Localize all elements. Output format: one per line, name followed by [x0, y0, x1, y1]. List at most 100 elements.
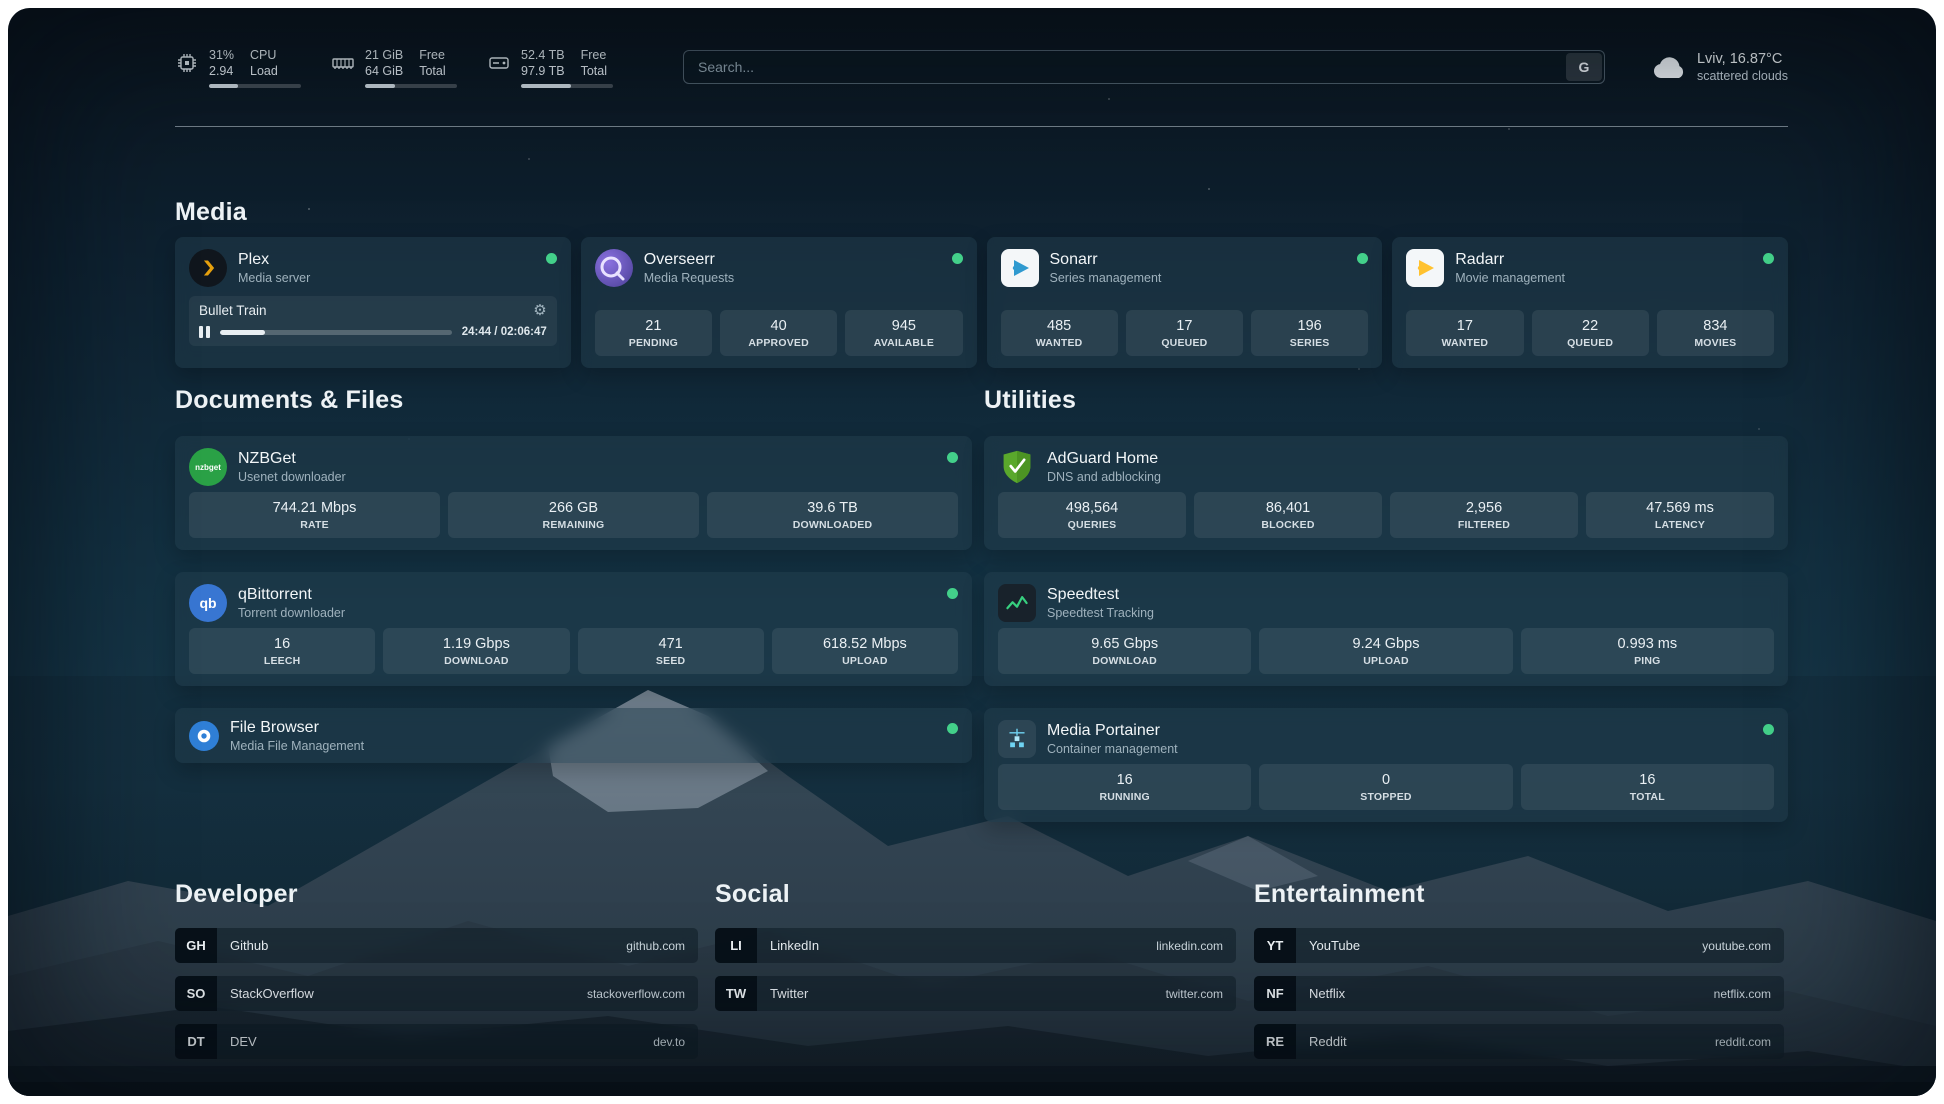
media-cards-row: Plex Media server Bullet Train ⚙ 24:44 /…	[175, 237, 1788, 368]
radarr-name: Radarr	[1455, 251, 1565, 269]
qbittorrent-desc: Torrent downloader	[238, 606, 345, 620]
qbittorrent-icon: qb	[189, 584, 227, 622]
disk-free-label: Free	[581, 47, 607, 63]
radarr-stat-wanted: 17 WANTED	[1406, 310, 1523, 356]
plex-media-title: Bullet Train	[199, 303, 267, 318]
disk-monitor: 52.4 TB 97.9 TB Free Total	[487, 47, 613, 88]
ram-total-value: 64 GiB	[365, 63, 403, 79]
bookmark-github[interactable]: GH Github github.com	[175, 928, 698, 963]
linkedin-icon: LI	[715, 928, 757, 963]
twitter-icon: TW	[715, 976, 757, 1011]
overseerr-icon	[595, 249, 633, 287]
playback-progress-fill	[220, 330, 265, 335]
plex-desc: Media server	[238, 271, 310, 285]
cpu-load-label: Load	[250, 63, 278, 79]
sonarr-icon	[1001, 249, 1039, 287]
overseerr-card[interactable]: Overseerr Media Requests 21 PENDING 40 A…	[581, 237, 977, 368]
adguard-card[interactable]: AdGuard Home DNS and adblocking 498,564 …	[984, 436, 1788, 550]
bookmark-netflix[interactable]: NF Netflix netflix.com	[1254, 976, 1784, 1011]
reddit-icon: RE	[1254, 1024, 1296, 1059]
search-bar: G	[683, 50, 1605, 84]
weather-widget: Lviv, 16.87°C scattered clouds	[1651, 51, 1788, 83]
speedtest-stat-download: 9.65 Gbps DOWNLOAD	[998, 628, 1251, 674]
sonarr-stat-queued: 17 QUEUED	[1126, 310, 1243, 356]
qbittorrent-status-dot	[947, 588, 958, 599]
bookmark-youtube[interactable]: YT YouTube youtube.com	[1254, 928, 1784, 963]
overseerr-status-dot	[952, 253, 963, 264]
sonarr-stat-wanted: 485 WANTED	[1001, 310, 1118, 356]
radarr-card[interactable]: Radarr Movie management 17 WANTED 22 QUE…	[1392, 237, 1788, 368]
search-engine-button[interactable]: G	[1566, 53, 1602, 81]
overseerr-stat-available: 945 AVAILABLE	[845, 310, 962, 356]
gear-icon[interactable]: ⚙	[533, 304, 546, 318]
pause-button[interactable]	[199, 326, 210, 338]
ram-free-label: Free	[419, 47, 445, 63]
qbittorrent-name: qBittorrent	[238, 586, 345, 604]
adguard-stat-filtered: 2,956 FILTERED	[1390, 492, 1578, 538]
radarr-desc: Movie management	[1455, 271, 1565, 285]
bookmark-reddit[interactable]: RE Reddit reddit.com	[1254, 1024, 1784, 1059]
bookmark-twitter[interactable]: TW Twitter twitter.com	[715, 976, 1236, 1011]
cpu-icon	[175, 51, 199, 75]
netflix-icon: NF	[1254, 976, 1296, 1011]
portainer-status-dot	[1763, 724, 1774, 735]
disk-total-value: 97.9 TB	[521, 63, 565, 79]
radarr-stat-movies: 834 MOVIES	[1657, 310, 1774, 356]
qbittorrent-card[interactable]: qb qBittorrent Torrent downloader 16 LEE…	[175, 572, 972, 686]
adguard-stat-blocked: 86,401 BLOCKED	[1194, 492, 1382, 538]
qbittorrent-stat-download: 1.19 Gbps DOWNLOAD	[383, 628, 569, 674]
weather-condition: scattered clouds	[1697, 69, 1788, 83]
nzbget-desc: Usenet downloader	[238, 470, 346, 484]
sonarr-name: Sonarr	[1050, 251, 1162, 269]
portainer-card[interactable]: Media Portainer Container management 16 …	[984, 708, 1788, 822]
nzbget-card[interactable]: nzbget NZBGet Usenet downloader 744.21 M…	[175, 436, 972, 550]
plex-name: Plex	[238, 251, 310, 269]
portainer-stat-running: 16 RUNNING	[998, 764, 1251, 810]
plex-status-dot	[546, 253, 557, 264]
cpu-label: CPU	[250, 47, 278, 63]
qbittorrent-stat-leech: 16 LEECH	[189, 628, 375, 674]
nzbget-icon: nzbget	[189, 448, 227, 486]
sonarr-status-dot	[1357, 253, 1368, 264]
nzbget-stat-downloaded: 39.6 TB DOWNLOADED	[707, 492, 958, 538]
filebrowser-name: File Browser	[230, 719, 364, 737]
ram-total-label: Total	[419, 63, 445, 79]
filebrowser-icon	[189, 721, 219, 751]
bookmark-linkedin[interactable]: LI LinkedIn linkedin.com	[715, 928, 1236, 963]
stackoverflow-icon: SO	[175, 976, 217, 1011]
section-title-documents: Documents & Files	[175, 386, 403, 415]
adguard-shield-icon	[998, 448, 1036, 486]
nzbget-stat-remaining: 266 GB REMAINING	[448, 492, 699, 538]
bookmark-dev[interactable]: DT DEV dev.to	[175, 1024, 698, 1059]
cpu-percent: 31%	[209, 47, 234, 63]
speedtest-card[interactable]: Speedtest Speedtest Tracking 9.65 Gbps D…	[984, 572, 1788, 686]
bookmark-stackoverflow[interactable]: SO StackOverflow stackoverflow.com	[175, 976, 698, 1011]
youtube-icon: YT	[1254, 928, 1296, 963]
cpu-progress-track	[209, 84, 301, 88]
disk-progress-fill	[521, 84, 571, 88]
developer-bookmarks: GH Github github.com SO StackOverflow st…	[175, 928, 698, 1072]
background-stars	[8, 8, 10, 10]
adguard-stat-queries: 498,564 QUERIES	[998, 492, 1186, 538]
playback-progress-track[interactable]	[220, 330, 452, 335]
radarr-status-dot	[1763, 253, 1774, 264]
dashboard-window: 31% 2.94 CPU Load	[8, 8, 1936, 1096]
header-divider	[175, 126, 1788, 127]
disk-free-value: 52.4 TB	[521, 47, 565, 63]
sonarr-card[interactable]: Sonarr Series management 485 WANTED 17 Q…	[987, 237, 1383, 368]
ram-progress-track	[365, 84, 457, 88]
section-title-social: Social	[715, 880, 790, 909]
nzbget-stat-rate: 744.21 Mbps RATE	[189, 492, 440, 538]
plex-card[interactable]: Plex Media server Bullet Train ⚙ 24:44 /…	[175, 237, 571, 368]
ram-free-value: 21 GiB	[365, 47, 403, 63]
filebrowser-card[interactable]: File Browser Media File Management	[175, 708, 972, 763]
radarr-icon	[1406, 249, 1444, 287]
speedtest-name: Speedtest	[1047, 586, 1154, 604]
cpu-monitor: 31% 2.94 CPU Load	[175, 47, 301, 88]
search-input[interactable]	[683, 50, 1605, 84]
section-title-developer: Developer	[175, 880, 298, 909]
speedtest-icon	[998, 584, 1036, 622]
ram-progress-fill	[365, 84, 395, 88]
qbittorrent-stat-seed: 471 SEED	[578, 628, 764, 674]
portainer-icon	[998, 720, 1036, 758]
